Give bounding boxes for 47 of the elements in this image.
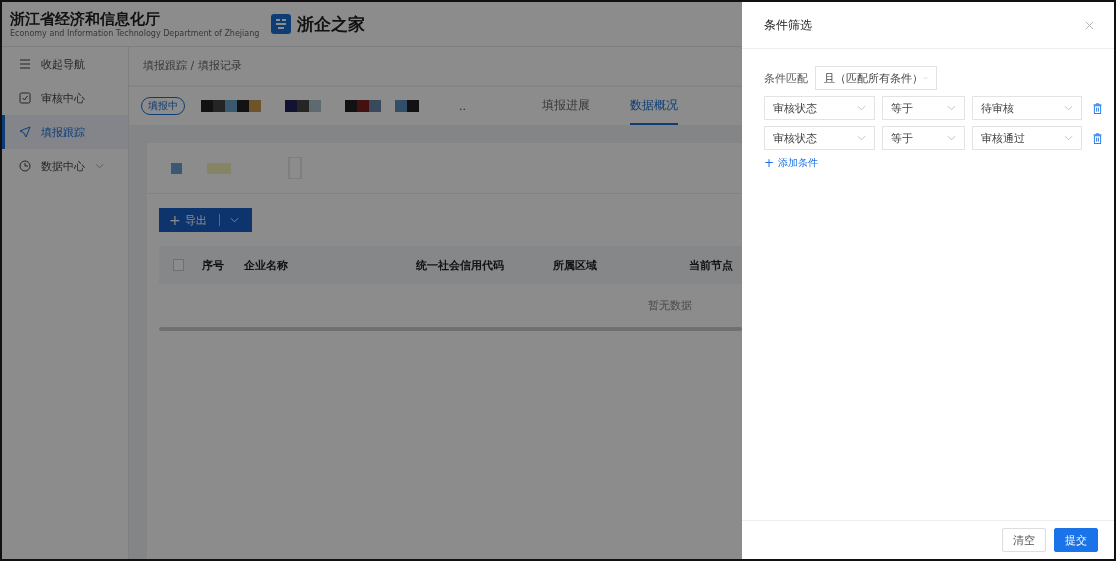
tab[interactable]: 数据概况: [630, 87, 678, 125]
chevron-down-icon: [923, 75, 928, 81]
column-header: 企业名称: [243, 257, 289, 273]
field-select[interactable]: 审核状态: [764, 126, 875, 150]
logo-icon: [271, 14, 292, 34]
value-select[interactable]: 审核通过: [972, 126, 1082, 150]
chevron-down-icon: [947, 135, 956, 141]
column-header: 当前节点: [688, 257, 734, 273]
chevron-down-icon: [857, 135, 866, 141]
field-select[interactable]: 审核状态: [764, 96, 875, 120]
menu-icon: [19, 58, 31, 70]
checkbox-icon: [19, 92, 31, 104]
match-label: 条件匹配: [764, 70, 808, 86]
more-indicator: ..: [459, 99, 466, 113]
sidebar-item[interactable]: 数据中心: [2, 149, 128, 183]
empty-message: 暂无数据: [647, 298, 693, 314]
column-header: 所属区域: [552, 257, 598, 273]
chevron-down-icon: [857, 105, 866, 111]
clock-icon: [19, 160, 31, 172]
value-select[interactable]: 待审核: [972, 96, 1082, 120]
chevron-down-icon: [947, 105, 956, 111]
sidebar-item[interactable]: 收起导航: [2, 47, 128, 81]
org-title: 浙江省经济和信息化厅: [10, 10, 161, 29]
submit-button[interactable]: 提交: [1054, 528, 1098, 552]
sidebar-item[interactable]: 审核中心: [2, 81, 128, 115]
operator-select[interactable]: 等于: [882, 96, 965, 120]
trash-icon[interactable]: [1093, 132, 1102, 144]
drawer-title: 条件筛选: [764, 16, 812, 34]
clear-button[interactable]: 清空: [1002, 528, 1046, 552]
export-button[interactable]: + 导出: [159, 208, 252, 232]
chevron-down-icon: [1064, 105, 1073, 111]
chevron-down-icon: [1064, 135, 1073, 141]
org-subtitle: Economy and Information Technology Department of Zhejiang: [10, 29, 260, 38]
select-all-checkbox[interactable]: [173, 259, 184, 271]
breadcrumb: 填报跟踪 / 填报记录: [129, 47, 742, 85]
trash-icon[interactable]: [1093, 102, 1102, 114]
operator-select[interactable]: 等于: [882, 126, 965, 150]
column-header: 序号: [201, 257, 225, 273]
column-header: 统一社会信用代码: [415, 257, 505, 273]
paper-plane-icon: [19, 126, 31, 138]
chevron-down-icon: [229, 217, 239, 223]
close-icon[interactable]: [1085, 20, 1094, 30]
sidebar-item[interactable]: 填报跟踪: [2, 115, 128, 149]
brand-name: 浙企之家: [297, 12, 366, 36]
tab[interactable]: 填报进展: [542, 87, 590, 125]
match-select[interactable]: 且（匹配所有条件）: [815, 66, 937, 90]
add-condition-link[interactable]: + 添加条件: [764, 156, 1114, 170]
